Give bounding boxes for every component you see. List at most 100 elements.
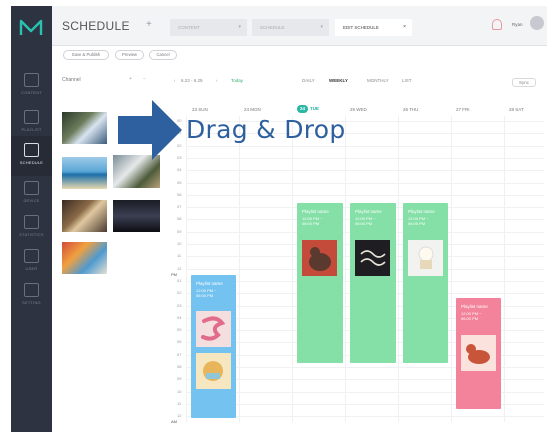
- sidebar-item-content[interactable]: CONTENT: [11, 66, 52, 106]
- tab-content[interactable]: CONTENT ▾: [170, 19, 247, 36]
- content-thumbnail[interactable]: [62, 200, 107, 232]
- hour-label: 04: [177, 315, 182, 320]
- sidebar-item-schedule[interactable]: SCHEDULE: [11, 136, 52, 176]
- day-column-divider: [345, 116, 346, 422]
- day-header-wed: 25 WED: [350, 107, 367, 112]
- day-number: 25: [350, 107, 356, 112]
- hour-label: 09: [177, 376, 182, 381]
- view-daily-tab[interactable]: DAILY: [302, 78, 315, 83]
- day-column-divider: [292, 116, 293, 422]
- content-thumbnail[interactable]: [113, 200, 160, 232]
- day-number: 27: [456, 107, 462, 112]
- close-icon[interactable]: ×: [403, 19, 406, 36]
- date-range: 6.23 - 6.29: [181, 78, 203, 83]
- day-name: WED: [356, 107, 367, 112]
- am-label: AM: [171, 419, 177, 424]
- event-thumbnail: [355, 240, 390, 276]
- save-publish-button[interactable]: Save & Publish: [63, 50, 109, 60]
- event-name: Playlist name: [196, 281, 223, 286]
- day-number: 23: [192, 107, 198, 112]
- schedule-event-sun[interactable]: Playlist name 12:00 PM ~ 06:00 PM: [191, 275, 236, 418]
- playlist-icon: [24, 110, 39, 124]
- chevron-down-icon: ▾: [320, 24, 323, 30]
- event-thumbnail: [408, 240, 443, 276]
- content-thumbnail[interactable]: [62, 112, 107, 144]
- hour-label: 12: [177, 266, 182, 271]
- sidebar-item-label: SETTING: [22, 300, 41, 305]
- event-thumbnail: [196, 311, 231, 347]
- day-name: SAT: [515, 107, 524, 112]
- hour-label: 07: [177, 204, 182, 209]
- view-list-tab[interactable]: LIST: [402, 78, 412, 83]
- sync-dropdown[interactable]: Sync: [512, 78, 537, 87]
- day-number: 24: [244, 107, 250, 112]
- schedule-event-tue[interactable]: Playlist name 12:00 PM ~ 06:00 PM: [297, 203, 343, 363]
- hour-label: 02: [177, 290, 182, 295]
- day-name: SUN: [198, 107, 208, 112]
- event-thumbnail: [196, 353, 231, 389]
- sidebar-item-label: SCHEDULE: [19, 160, 44, 165]
- notification-icon[interactable]: [492, 19, 502, 30]
- sidebar-item-label: PLAYLIST: [21, 127, 42, 132]
- sidebar-item-setting[interactable]: SETTING: [11, 276, 52, 316]
- day-header-tue: 24 TUE: [297, 105, 319, 113]
- prev-week-icon[interactable]: ‹: [174, 78, 176, 83]
- day-number: 26: [403, 107, 409, 112]
- app-logo: [19, 19, 43, 35]
- monitor-icon: [24, 181, 39, 195]
- statistics-icon: [24, 215, 39, 229]
- schedule-event-wed[interactable]: Playlist name 12:00 PM ~ 06:00 PM: [350, 203, 396, 363]
- schedule-event-thu[interactable]: Playlist name 12:00 PM ~ 06:00 PM: [403, 203, 448, 363]
- hour-label: 07: [177, 352, 182, 357]
- today-badge: 24: [297, 105, 308, 113]
- next-week-icon[interactable]: ›: [216, 78, 218, 83]
- day-column-divider: [504, 116, 505, 422]
- hour-label: 05: [177, 327, 182, 332]
- content-thumbnail[interactable]: [62, 242, 107, 274]
- tab-schedule[interactable]: SCHEDULE ▾: [252, 19, 329, 36]
- day-header-sat: 28 SAT: [509, 107, 524, 112]
- day-header-sun: 23 SUN: [192, 107, 208, 112]
- hour-label: 09: [177, 229, 182, 234]
- view-monthly-tab[interactable]: MONTHLY: [367, 78, 389, 83]
- channel-title: Channel: [62, 77, 81, 83]
- chevron-down-icon: ▾: [238, 24, 241, 30]
- calendar-icon: [24, 143, 39, 157]
- tab-edit-schedule[interactable]: EDIT SCHEDULE ×: [335, 19, 412, 36]
- avatar[interactable]: [530, 16, 544, 30]
- day-name: THU: [409, 107, 419, 112]
- illustration-image-icon: [203, 361, 223, 381]
- add-channel-button[interactable]: +: [129, 76, 132, 82]
- preview-button[interactable]: Preview: [115, 50, 144, 60]
- page-title: SCHEDULE: [62, 19, 130, 33]
- cupcake-image-icon: [418, 246, 434, 269]
- event-name: Playlist name: [408, 209, 435, 214]
- event-time: 12:00 PM ~ 06:00 PM: [461, 311, 482, 321]
- sidebar-item-label: DEVICE: [23, 198, 40, 203]
- hour-label: 10: [177, 389, 182, 394]
- cancel-button[interactable]: Cancel: [149, 50, 177, 60]
- day-column-divider: [451, 116, 452, 422]
- top-header: SCHEDULE + CONTENT ▾ SCHEDULE ▾ EDIT SCHED…: [52, 6, 547, 46]
- hour-label: 11: [177, 253, 182, 258]
- hour-label: 06: [177, 192, 182, 197]
- content-thumbnail[interactable]: [62, 157, 107, 189]
- content-icon: [24, 73, 39, 87]
- lettering-image-icon: [360, 250, 386, 266]
- event-time: 12:00 PM ~ 06:00 PM: [302, 216, 323, 226]
- day-column-divider: [398, 116, 399, 422]
- dog-image-icon: [466, 344, 490, 364]
- day-column-divider: [239, 116, 240, 422]
- hour-label: 10: [177, 241, 182, 246]
- day-header-thu: 26 THU: [403, 107, 418, 112]
- schedule-event-fri[interactable]: Playlist name 12:00 PM ~ 06:00 PM: [456, 298, 501, 409]
- add-tab-icon[interactable]: +: [146, 19, 152, 30]
- remove-channel-button[interactable]: −: [143, 76, 146, 82]
- view-weekly-tab[interactable]: WEEKLY: [329, 78, 348, 83]
- event-name: Playlist name: [461, 304, 488, 309]
- event-time: 12:00 PM ~ 06:00 PM: [196, 288, 217, 298]
- pm-label: PM: [171, 272, 177, 277]
- event-time: 12:00 PM ~ 06:00 PM: [408, 216, 429, 226]
- today-button[interactable]: Today: [231, 78, 243, 83]
- hour-label: 08: [177, 364, 182, 369]
